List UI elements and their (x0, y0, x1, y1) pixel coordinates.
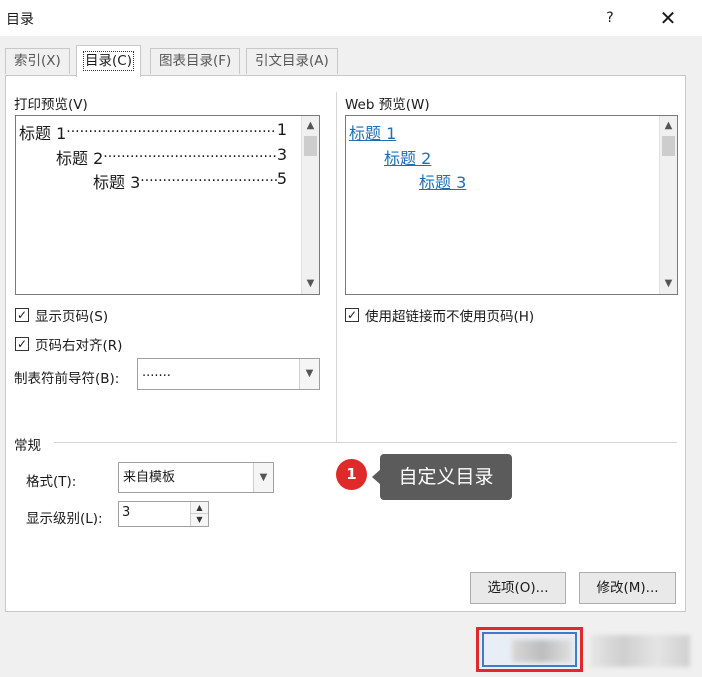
entry-leader: ........................................… (140, 169, 277, 185)
web-preview-scrollbar[interactable]: ▲ ▼ (659, 116, 677, 294)
check-icon[interactable]: ✓ (15, 337, 29, 351)
right-align-page-numbers-label: 页码右对齐(R) (35, 338, 123, 354)
vertical-divider (336, 92, 337, 442)
modify-button[interactable]: 修改(M)... (579, 572, 676, 604)
tab-table-of-figures[interactable]: 图表目录(F) (150, 48, 241, 74)
web-preview-entry-1[interactable]: 标题 1 (349, 120, 396, 144)
blurred-ok-label (512, 640, 572, 662)
scroll-down-arrow-icon[interactable]: ▼ (660, 276, 677, 292)
callout-number-badge: 1 (336, 459, 367, 490)
entry-leader: ........................................… (66, 120, 277, 136)
toc-tab-panel: 打印预览(V) 标题 1 ...........................… (5, 75, 686, 612)
tab-table-of-authorities[interactable]: 引文目录(A) (246, 48, 338, 74)
tab-leader-label: 制表符前导符(B): (14, 371, 120, 387)
scroll-thumb[interactable] (662, 136, 675, 156)
print-preview-entry-3: 标题 3 ...................................… (93, 169, 287, 193)
format-select[interactable]: 来自模板 ▼ (118, 462, 274, 493)
show-levels-value[interactable]: 3 (122, 505, 130, 520)
options-button[interactable]: 选项(O)... (470, 572, 566, 604)
use-hyperlinks-label: 使用超链接而不使用页码(H) (365, 309, 535, 325)
print-preview-entry-1: 标题 1 ...................................… (19, 120, 287, 144)
print-preview-entry-2: 标题 2 ...................................… (56, 145, 287, 169)
tab-leader-select[interactable]: ....... ▼ (137, 358, 320, 390)
entry-text: 标题 1 (19, 124, 67, 143)
spin-up-icon[interactable]: ▲ (191, 502, 208, 514)
title-bar: 目录 ? ✕ (0, 0, 702, 36)
close-button[interactable]: ✕ (650, 4, 686, 32)
tab-toc-label: 目录(C) (83, 51, 134, 71)
check-icon[interactable]: ✓ (345, 308, 359, 322)
print-preview-scrollbar[interactable]: ▲ ▼ (301, 116, 319, 294)
spin-down-icon[interactable]: ▼ (191, 514, 208, 526)
scroll-down-arrow-icon[interactable]: ▼ (302, 276, 319, 292)
show-page-numbers-option[interactable]: ✓ 显示页码(S) (15, 305, 108, 325)
scroll-thumb[interactable] (304, 136, 317, 156)
scroll-up-arrow-icon[interactable]: ▲ (302, 118, 319, 134)
right-align-page-numbers-option[interactable]: ✓ 页码右对齐(R) (15, 334, 122, 354)
general-section-label: 常规 (14, 438, 41, 454)
scroll-up-arrow-icon[interactable]: ▲ (660, 118, 677, 134)
tab-strip: 索引(X) 目录(C) 图表目录(F) 引文目录(A) (0, 36, 702, 77)
tab-index[interactable]: 索引(X) (5, 48, 70, 74)
format-value: 来自模板 (123, 470, 176, 485)
use-hyperlinks-option[interactable]: ✓ 使用超链接而不使用页码(H) (345, 305, 534, 325)
help-button[interactable]: ? (598, 7, 622, 29)
entry-page: 1 (276, 120, 287, 139)
toc-dialog: 目录 ? ✕ 索引(X) 目录(C) 图表目录(F) 引文目录(A) 打印预览(… (0, 0, 702, 677)
chevron-down-icon[interactable]: ▼ (253, 463, 273, 492)
print-preview-label: 打印预览(V) (14, 97, 88, 113)
callout-text: 自定义目录 (380, 454, 512, 500)
blurred-cancel-button[interactable] (590, 635, 690, 667)
print-preview-box[interactable]: 标题 1 ...................................… (15, 115, 320, 295)
chevron-down-icon[interactable]: ▼ (299, 359, 319, 389)
web-preview-label: Web 预览(W) (345, 97, 430, 113)
format-label: 格式(T): (26, 474, 77, 490)
web-preview-box[interactable]: 标题 1 标题 2 标题 3 ▲ ▼ (345, 115, 678, 295)
dialog-title: 目录 (6, 12, 34, 28)
spinner-buttons: ▲ ▼ (190, 502, 208, 526)
show-levels-spinner[interactable]: 3 ▲ ▼ (118, 501, 209, 527)
entry-page: 3 (276, 145, 287, 164)
check-icon[interactable]: ✓ (15, 308, 29, 322)
show-levels-label: 显示级别(L): (26, 511, 103, 527)
general-divider (54, 442, 677, 443)
tab-toc[interactable]: 目录(C) (76, 45, 141, 77)
tab-leader-value: ....... (142, 365, 171, 380)
web-preview-entry-2[interactable]: 标题 2 (384, 145, 431, 169)
entry-page: 5 (276, 169, 287, 188)
entry-text: 标题 2 (56, 149, 104, 168)
entry-leader: ........................................… (103, 145, 277, 161)
web-preview-entry-3[interactable]: 标题 3 (419, 169, 466, 193)
show-page-numbers-label: 显示页码(S) (35, 309, 109, 325)
entry-text: 标题 3 (93, 173, 141, 192)
